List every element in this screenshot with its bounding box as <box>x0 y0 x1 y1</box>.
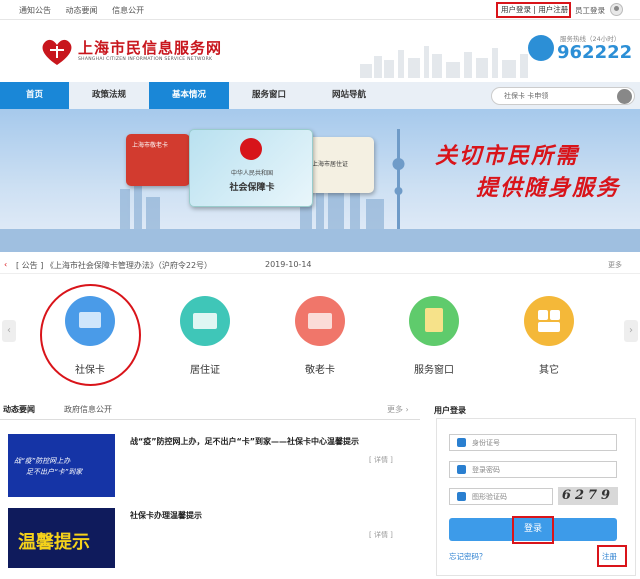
notice-tag: [ 公告 ] <box>16 261 44 270</box>
news-more-link[interactable]: 更多 › <box>387 404 409 415</box>
elder-card-text: 上海市敬老卡 <box>132 142 169 149</box>
id-placeholder: 身份证号 <box>472 439 500 447</box>
login-button-highlight <box>512 516 554 544</box>
notice-bar: ‹ [ 公告 ] 《上海市社会保障卡管理办法》（沪府令22号） 2019-10-… <box>0 256 640 274</box>
carousel-prev-icon[interactable]: ‹ <box>2 320 16 342</box>
news-thumb-2[interactable]: 温馨提示 <box>8 508 115 568</box>
elder-card-service-label[interactable]: 敬老卡 <box>280 361 360 376</box>
shield-icon <box>457 492 466 501</box>
search-placeholder: 社保卡 卡申领 <box>504 92 549 100</box>
nav-policy[interactable]: 政策法规 <box>69 82 149 109</box>
ss-card-line1: 中华人民共和国 <box>230 170 273 177</box>
news-detail-1[interactable]: [ 详情 ] <box>369 455 393 465</box>
password-placeholder: 登录密码 <box>472 466 500 474</box>
user-auth-links: 用户登录 | 用户注册 <box>496 2 571 18</box>
top-link-news[interactable]: 动态要闻 <box>66 6 98 15</box>
staff-login-link[interactable]: 员工登录 <box>575 5 605 16</box>
emblem-icon <box>240 138 262 160</box>
separator: | <box>533 5 536 14</box>
thumb2-text: 温馨提示 <box>18 532 90 553</box>
user-login-link[interactable]: 用户登录 <box>501 5 531 14</box>
hotline-number: 962222 <box>557 42 633 63</box>
site-title: 上海市民信息服务网 <box>78 39 223 57</box>
news-detail-2[interactable]: [ 详情 ] <box>369 530 393 540</box>
captcha-image[interactable]: 6279 <box>558 487 618 505</box>
search-icon[interactable] <box>617 89 632 104</box>
user-avatar-icon[interactable] <box>610 3 623 16</box>
thumb1-line2: 足不出户“卡”到家 <box>26 468 83 476</box>
residence-permit-service-label[interactable]: 居住证 <box>165 361 245 376</box>
banner-slogan-2: 提供随身服务 <box>476 176 621 201</box>
captcha-field[interactable]: 图形验证码 <box>449 488 553 505</box>
login-heading: 用户登录 <box>434 406 466 415</box>
ss-card-line2: 社会保障卡 <box>229 183 275 193</box>
site-subtitle: SHANGHAI CITIZEN INFORMATION SERVICE NET… <box>78 57 213 62</box>
news-thumb-1[interactable]: 战“疫”防控网上办 足不出户“卡”到家 <box>8 434 115 497</box>
carousel-next-icon[interactable]: › <box>624 320 638 342</box>
user-icon <box>457 438 466 447</box>
forgot-password-link[interactable]: 忘记密码？ <box>449 551 487 562</box>
notice-text[interactable]: [ 公告 ] 《上海市社会保障卡管理办法》（沪府令22号） <box>16 260 212 271</box>
elder-card-service-icon[interactable] <box>295 296 345 346</box>
residence-permit-service-icon[interactable] <box>180 296 230 346</box>
highlight-circle <box>40 284 141 386</box>
register-highlight <box>597 545 627 567</box>
service-window-icon[interactable] <box>409 296 459 346</box>
news-tabs: 动态要闻 政府信息公开 更多 › <box>0 398 420 420</box>
service-window-label[interactable]: 服务窗口 <box>394 361 474 376</box>
captcha-placeholder: 图形验证码 <box>472 493 507 501</box>
news-title-2[interactable]: 社保卡办理温馨提示 <box>130 510 202 521</box>
lock-icon <box>457 465 466 474</box>
social-security-card-graphic: 中华人民共和国 社会保障卡 <box>189 129 313 207</box>
notice-title: 《上海市社会保障卡管理办法》（沪府令22号） <box>45 261 213 270</box>
news-title-1[interactable]: 战“疫”防控网上办，足不出户“卡”到家——社保卡中心温馨提示 <box>130 436 359 447</box>
top-link-info[interactable]: 信息公开 <box>112 6 144 15</box>
notice-date: 2019-10-14 <box>265 260 312 269</box>
search-box[interactable]: 社保卡 卡申领 <box>491 87 635 105</box>
password-field[interactable]: 登录密码 <box>449 461 617 478</box>
nav-site-map[interactable]: 网站导航 <box>309 82 389 109</box>
tab-gov-info[interactable]: 政府信息公开 <box>64 404 112 415</box>
heart-logo-icon <box>42 39 72 65</box>
other-service-label[interactable]: 其它 <box>509 361 589 376</box>
nav-basic-info[interactable]: 基本情况 <box>149 82 229 109</box>
top-link-notice[interactable]: 通知公告 <box>19 6 51 15</box>
user-register-link[interactable]: 用户注册 <box>538 5 568 14</box>
city-skyline-graphic <box>360 46 528 78</box>
nav-home[interactable]: 首页 <box>0 82 69 109</box>
banner-slogan-1: 关切市民所需 <box>435 144 580 169</box>
elder-card-graphic: 上海市敬老卡 <box>126 134 190 186</box>
thumb1-line1: 战“疫”防控网上办 <box>14 457 71 465</box>
id-number-field[interactable]: 身份证号 <box>449 434 617 451</box>
notice-arrow-icon: ‹ <box>4 260 8 269</box>
top-links: 通知公告 动态要闻 信息公开 <box>19 5 156 16</box>
headset-icon <box>528 35 554 61</box>
other-service-icon[interactable] <box>524 296 574 346</box>
nav-service-window[interactable]: 服务窗口 <box>229 82 309 109</box>
notice-more-link[interactable]: 更多 <box>608 260 622 270</box>
tab-news[interactable]: 动态要闻 <box>3 404 35 415</box>
